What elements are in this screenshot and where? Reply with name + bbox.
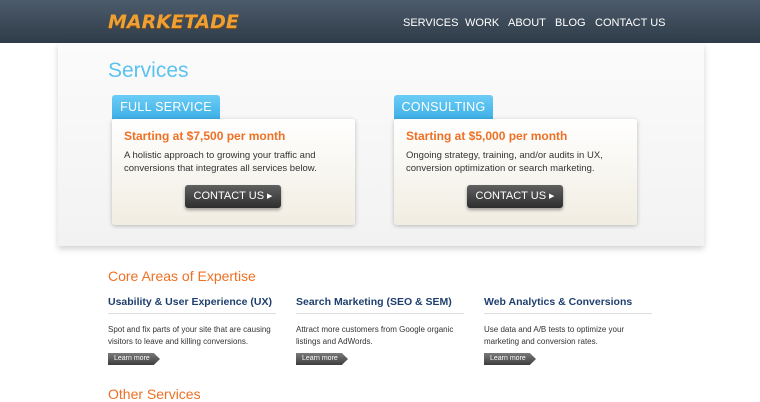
consulting-contact-label: CONTACT US [475,190,547,202]
services-title: Services [108,59,189,82]
play-arrow-icon: ▶ [267,193,273,200]
nav-services[interactable]: SERVICES [403,17,458,29]
consulting-price: Starting at $5,000 per month [406,129,568,143]
expertise-search: Search Marketing (SEO & SEM) Attract mor… [296,296,464,365]
site-header: MARKETADE SERVICES WORK ABOUT BLOG CONTA… [0,0,760,43]
search-learn-more-button[interactable]: Learn more [296,353,348,365]
consulting-contact-button[interactable]: CONTACT US ▶ [467,185,563,208]
card-consulting: Starting at $5,000 per month Ongoing str… [394,119,637,225]
full-service-description: A holistic approach to growing your traf… [124,150,317,174]
nav-about[interactable]: ABOUT [508,17,546,29]
analytics-learn-more-button[interactable]: Learn more [484,353,536,365]
play-arrow-icon: ▶ [549,193,555,200]
full-service-contact-button[interactable]: CONTACT US ▶ [185,185,281,208]
main-nav: SERVICES WORK ABOUT BLOG CONTACT US [0,17,760,31]
expertise-search-text: Attract more customers from Google organ… [296,325,454,346]
expertise-ux-text: Spot and fix parts of your site that are… [108,325,271,346]
card-full-service: Starting at $7,500 per month A holistic … [112,119,355,225]
full-service-contact-label: CONTACT US [193,190,265,202]
consulting-description: Ongoing strategy, training, and/or audit… [406,150,603,174]
nav-contact-us[interactable]: CONTACT US [595,17,666,29]
ux-learn-more-button[interactable]: Learn more [108,353,160,365]
expertise-search-title[interactable]: Search Marketing (SEO & SEM) [296,296,464,314]
expertise-ux-title[interactable]: Usability & User Experience (UX) [108,296,276,314]
nav-blog[interactable]: BLOG [555,17,586,29]
expertise-ux: Usability & User Experience (UX) Spot an… [108,296,276,365]
expertise-analytics-title[interactable]: Web Analytics & Conversions [484,296,652,314]
expertise-title: Core Areas of Expertise [108,268,256,284]
tab-consulting: CONSULTING [394,95,493,119]
expertise-analytics: Web Analytics & Conversions Use data and… [484,296,652,365]
nav-work[interactable]: WORK [465,17,499,29]
tab-full-service: FULL SERVICE [112,95,220,119]
full-service-price: Starting at $7,500 per month [124,129,286,143]
expertise-analytics-text: Use data and A/B tests to optimize your … [484,325,625,346]
